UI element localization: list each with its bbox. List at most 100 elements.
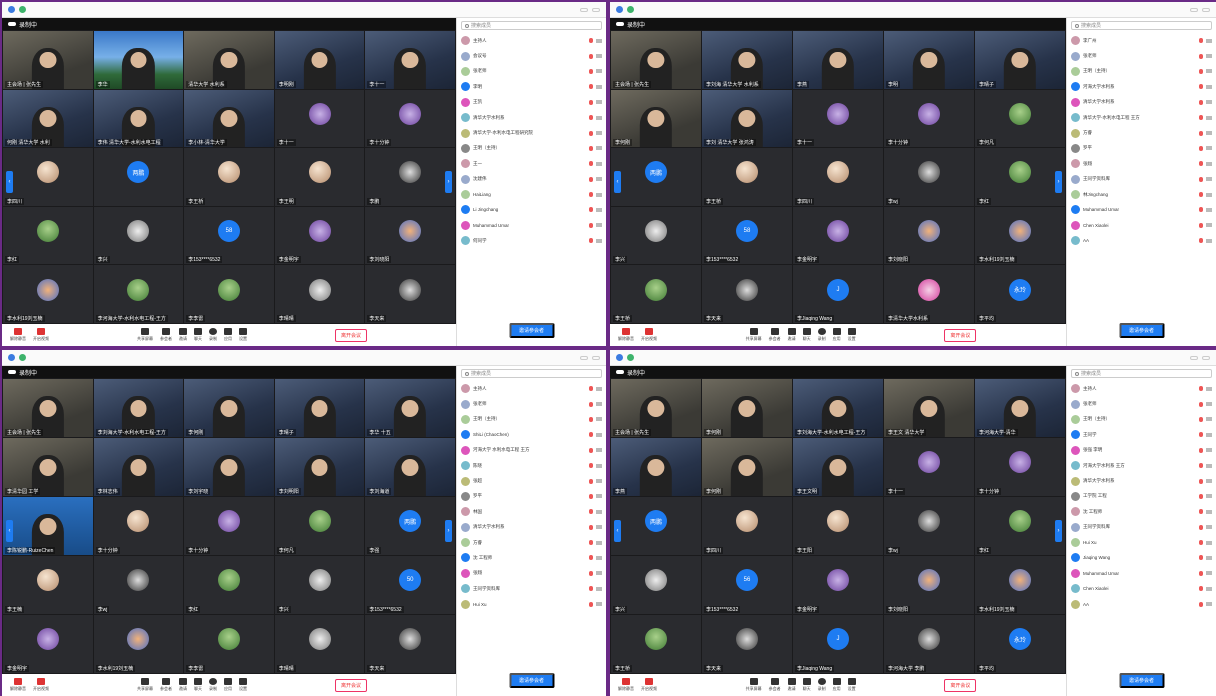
participant-tile[interactable]: 李金明宇 — [793, 206, 883, 265]
participant-tile[interactable]: 李河海大学 李鹏 — [884, 615, 974, 673]
participant-tile[interactable]: 李wj — [93, 556, 184, 614]
muted-mic-icon[interactable] — [1199, 416, 1203, 422]
participant-list-item[interactable]: 林国 — [461, 504, 602, 519]
participant-tile[interactable]: 李红 — [975, 497, 1065, 555]
camera-status-icon[interactable] — [596, 555, 602, 560]
toolbar-participants-button[interactable]: 参会者 — [769, 678, 781, 692]
participant-tile[interactable]: 李十分钟 — [365, 89, 455, 148]
participant-list-item[interactable]: 张翔 — [1071, 156, 1212, 171]
security-shield-icon[interactable] — [19, 354, 26, 361]
next-page-arrow[interactable]: › — [445, 520, 452, 542]
camera-status-icon[interactable] — [596, 100, 602, 105]
participant-list-item[interactable]: 王明（主持） — [461, 412, 602, 427]
muted-mic-icon[interactable] — [1199, 84, 1203, 90]
toolbar-record-button[interactable]: 录制 — [209, 328, 217, 342]
participant-tile[interactable]: 50 李153****6532 — [365, 556, 455, 614]
participant-tile[interactable]: 李王阳 — [793, 497, 883, 555]
muted-mic-icon[interactable] — [589, 601, 593, 607]
next-page-arrow[interactable]: › — [445, 171, 452, 193]
muted-mic-icon[interactable] — [1199, 207, 1203, 213]
toolbar-invite-button[interactable]: 邀请 — [787, 328, 796, 342]
participant-tile[interactable]: 李刘海大学-水利水电工程-王方 — [93, 379, 184, 437]
participant-tile[interactable]: 李李雷 — [184, 615, 274, 673]
participant-tile[interactable]: 李燕 — [611, 438, 701, 496]
muted-mic-icon[interactable] — [589, 161, 593, 167]
security-shield-icon[interactable] — [627, 6, 634, 13]
toolbar-chat-button[interactable]: 聊天 — [194, 328, 202, 342]
participant-list-item[interactable]: 王一 — [461, 156, 602, 171]
participant-list-item[interactable]: Chen Xiaolei — [1071, 581, 1212, 596]
muted-mic-icon[interactable] — [589, 493, 593, 499]
participant-list-item[interactable]: 清华大学水利系 — [1071, 473, 1212, 488]
camera-status-icon[interactable] — [1206, 494, 1212, 499]
muted-mic-icon[interactable] — [589, 524, 593, 530]
toolbar-settings-button[interactable]: 设置 — [239, 678, 247, 692]
toolbar-participants-button[interactable]: 参会者 — [160, 678, 172, 692]
camera-status-icon[interactable] — [1206, 223, 1212, 228]
toolbar-invite-button[interactable]: 邀请 — [179, 678, 187, 692]
camera-status-icon[interactable] — [1206, 386, 1212, 391]
camera-status-icon[interactable] — [596, 525, 602, 530]
participant-tile[interactable]: 李四川 — [793, 148, 883, 206]
participant-list-item[interactable]: 方睿 — [1071, 125, 1212, 140]
muted-mic-icon[interactable] — [1199, 115, 1203, 121]
participant-tile[interactable]: 李王明 — [274, 148, 365, 206]
participant-list-item[interactable]: Muhammad Umar — [1071, 202, 1212, 217]
toolbar-settings-button[interactable]: 设置 — [847, 328, 856, 342]
participant-tile[interactable]: 李王桥 — [702, 148, 792, 206]
camera-status-icon[interactable] — [1206, 69, 1212, 74]
muted-mic-icon[interactable] — [1199, 53, 1203, 59]
participant-list-item[interactable]: ShiLi (ChaoChen) — [461, 427, 602, 442]
camera-button[interactable]: 开启视频 — [33, 328, 49, 342]
participant-list-item[interactable]: 沈 工程师 — [1071, 504, 1212, 519]
muted-mic-icon[interactable] — [1199, 222, 1203, 228]
participant-list-item[interactable]: 沈建伟 — [461, 172, 602, 187]
camera-status-icon[interactable] — [1206, 509, 1212, 514]
participant-tile[interactable]: 李兴 — [274, 556, 365, 614]
muted-mic-icon[interactable] — [589, 447, 593, 453]
participant-tile[interactable]: 两鹏 — [93, 148, 184, 206]
participant-list-item[interactable]: 陈晓 — [461, 458, 602, 473]
participant-tile[interactable]: 李刘海大学-水利水电工程-王方 — [793, 379, 883, 437]
participant-tile[interactable]: 李十分钟 — [93, 497, 184, 555]
participant-list-item[interactable]: 工学院 工程 — [1071, 489, 1212, 504]
muted-mic-icon[interactable] — [1199, 176, 1203, 182]
toolbar-apps-button[interactable]: 应用 — [224, 678, 232, 692]
camera-status-icon[interactable] — [1206, 84, 1212, 89]
participant-list-item[interactable]: 罗平 — [1071, 141, 1212, 156]
muted-mic-icon[interactable] — [1199, 192, 1203, 198]
muted-mic-icon[interactable] — [1199, 99, 1203, 105]
participant-tile[interactable]: 李王文 清华大学 — [884, 379, 974, 437]
participant-tile[interactable]: 李刘明阳 — [274, 438, 365, 496]
participant-tile[interactable]: 李伟 清华大学-水利水电工程 — [93, 89, 184, 148]
toolbar-share-screen-button[interactable]: 共享屏幕 — [137, 678, 153, 692]
camera-status-icon[interactable] — [596, 161, 602, 166]
toolbar-chat-button[interactable]: 聊天 — [802, 328, 811, 342]
participant-list-item[interactable]: Li Jingchang — [461, 202, 602, 217]
camera-status-icon[interactable] — [596, 571, 602, 576]
camera-button[interactable]: 开启视频 — [641, 678, 657, 692]
participant-tile[interactable]: 两鹏 — [611, 148, 701, 206]
security-shield-icon[interactable] — [627, 354, 634, 361]
invite-participants-button[interactable]: 邀请参会者 — [1118, 673, 1165, 688]
muted-mic-icon[interactable] — [1199, 509, 1203, 515]
participant-tile[interactable]: 李王桥 — [184, 148, 274, 206]
participant-tile[interactable]: 李水利19刘玉楠 — [975, 556, 1065, 614]
toolbar-chat-button[interactable]: 聊天 — [194, 678, 202, 692]
participant-list-item[interactable]: Muhammad Umar — [1071, 566, 1212, 581]
muted-mic-icon[interactable] — [1199, 432, 1203, 438]
camera-status-icon[interactable] — [1206, 555, 1212, 560]
participant-list-item[interactable]: Muhammad Umar — [461, 218, 602, 233]
participant-tile[interactable]: 主会场 | 张先生 — [3, 31, 93, 89]
participant-list-item[interactable]: 王同学 — [1071, 427, 1212, 442]
mic-button[interactable]: 解除静音 — [618, 328, 634, 342]
participant-tile[interactable]: 李天来 — [702, 615, 792, 673]
muted-mic-icon[interactable] — [589, 207, 593, 213]
participant-tile[interactable]: 李十一 — [793, 89, 883, 148]
muted-mic-icon[interactable] — [1199, 238, 1203, 244]
muted-mic-icon[interactable] — [1199, 145, 1203, 151]
participant-tile[interactable]: 李晴子 — [274, 379, 365, 437]
participant-tile[interactable]: 李十一 — [884, 438, 974, 496]
muted-mic-icon[interactable] — [1199, 68, 1203, 74]
camera-status-icon[interactable] — [1206, 479, 1212, 484]
